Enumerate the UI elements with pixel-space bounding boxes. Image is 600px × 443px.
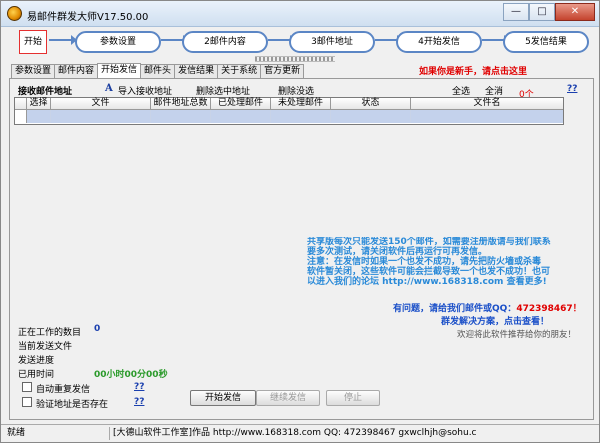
table-cell[interactable] [27,110,51,123]
auto-repeat-label: 自动重复发信 [36,385,91,395]
table-cell[interactable] [331,110,411,123]
notice-line: 注意：在发信时如果一个也发不成功，请先把防火墙或杀毒 [307,257,542,267]
tab-official-update[interactable]: 官方更新 [260,64,305,78]
table-cell[interactable] [411,110,563,123]
tab-mail-content[interactable]: 邮件内容 [54,64,99,78]
col-processed[interactable]: 已处理邮件 [211,98,271,110]
stop-button[interactable]: 停止 [326,390,380,406]
step-parameter-settings[interactable]: 参数设置 [75,31,161,53]
solution-link[interactable]: 群发解决方案，点击查看！ [441,314,549,327]
contact-text: 有问题，请给我们邮件或QQ： [393,304,517,314]
col-unprocessed[interactable]: 未处理邮件 [271,98,331,110]
tab-mail-header[interactable]: 邮件头 [140,64,176,78]
newbie-help-link[interactable]: 如果你是新手，请点击这里 [419,64,527,77]
shareware-notice: 共享版每次只能发送150个邮件，如需要注册版请与我们联系 要多次测试，请关闭软件… [307,237,579,297]
contact-line[interactable]: 有问题，请给我们邮件或QQ：472398467！ [393,301,582,314]
table-cell[interactable] [151,110,211,123]
notice-line: 共享版每次只能发送150个邮件，如需要注册版请与我们联系 [307,237,551,247]
notice-line: 要多次测试，请关闭软件后再运行可再发信。 [307,247,488,257]
start-send-button[interactable]: 开始发信 [190,390,256,406]
deselect-all-button[interactable]: 全消 [485,84,503,97]
contact-qq[interactable]: 472398467！ [516,304,581,314]
tab-about[interactable]: 关于系统 [217,64,262,78]
current-file-label: 当前发送文件 [18,342,73,352]
elapsed-time-label: 已用时间 [18,370,55,380]
delete-unselected-button[interactable]: 删除没选 [278,84,314,97]
row-marker[interactable] [15,110,27,123]
step-send-results[interactable]: 5发信结果 [503,31,589,53]
notice-line: 以进入我们的论坛 http://www.168318.com 查看更多! [307,277,547,287]
elapsed-time-value: 00小时00分00秒 [94,370,168,380]
table-cell[interactable] [211,110,271,123]
table-header: 选择 文件 邮件地址总数 已处理邮件 未处理邮件 状态 文件名 [15,98,563,110]
status-divider [109,427,110,440]
notice-line: 软件暂关闭，这些软件可能会拦截导致一个也发不成功！也可 [307,267,551,277]
step-mail-address[interactable]: 3邮件地址 [289,31,375,53]
address-table[interactable]: 选择 文件 邮件地址总数 已处理邮件 未处理邮件 状态 文件名 [14,97,564,125]
auto-repeat-help-link[interactable]: ?? [134,382,144,392]
row-marker-header [15,98,27,110]
verify-address-label: 验证地址是否存在 [36,400,109,410]
table-cell[interactable] [51,110,151,123]
continue-send-button[interactable]: 继续发信 [256,390,320,406]
splitter-handle[interactable] [255,56,335,62]
recommend-text: 欢迎将此软件推荐给你的朋友！ [457,330,577,340]
table-row[interactable] [15,110,563,123]
verify-address-checkbox[interactable] [22,397,32,407]
status-company: [大德山软件工作室]作品 http://www.168318.com QQ: 4… [113,428,477,438]
col-status[interactable]: 状态 [331,98,411,110]
status-state: 就绪 [7,428,26,438]
verify-help-link[interactable]: ?? [134,397,144,407]
app-logo-icon [7,6,22,21]
close-button[interactable]: ✕ [555,3,595,21]
col-select[interactable]: 选择 [27,98,51,110]
tab-start-sending[interactable]: 开始发信 [97,63,142,78]
col-file[interactable]: 文件 [51,98,151,110]
send-progress-label: 发送进度 [18,356,55,366]
flow-arrow-icon [49,35,77,45]
toolbar-help-link[interactable]: ?? [567,84,577,94]
maximize-button[interactable]: □ [529,3,555,21]
delete-selected-button[interactable]: 删除选中地址 [196,84,250,97]
main-window: 易邮件群发大师V17.50.00 — □ ✕ 开始 参数设置 2邮件内容 3邮件… [0,0,600,443]
import-icon: A [105,83,113,94]
auto-repeat-checkbox[interactable] [22,382,32,392]
working-count-label: 正在工作的数目 [18,328,82,338]
recv-address-label: 接收邮件地址 [18,87,73,97]
status-bar: 就绪 [大德山软件工作室]作品 http://www.168318.com QQ… [1,424,599,442]
tab-bar: 参数设置 邮件内容 开始发信 邮件头 发信结果 关于系统 官方更新 [11,63,305,78]
import-address-button[interactable]: 导入接收地址 [118,84,172,97]
tab-send-results[interactable]: 发信结果 [174,64,219,78]
select-all-button[interactable]: 全选 [452,84,470,97]
table-cell[interactable] [271,110,331,123]
title-bar[interactable]: 易邮件群发大师V17.50.00 — □ ✕ [1,1,599,27]
step-start-sending[interactable]: 4开始发信 [396,31,482,53]
tab-parameter-settings[interactable]: 参数设置 [11,64,56,78]
col-total-addresses[interactable]: 邮件地址总数 [151,98,211,110]
window-title: 易邮件群发大师V17.50.00 [27,12,149,23]
step-mail-content[interactable]: 2邮件内容 [182,31,268,53]
minimize-button[interactable]: — [503,3,529,21]
start-button[interactable]: 开始 [19,30,47,54]
working-count-value: 0 [94,324,101,334]
workflow-steps: 开始 参数设置 2邮件内容 3邮件地址 4开始发信 5发信结果 [1,28,599,64]
window-controls: — □ ✕ [503,3,595,21]
col-filename[interactable]: 文件名 [411,98,563,110]
